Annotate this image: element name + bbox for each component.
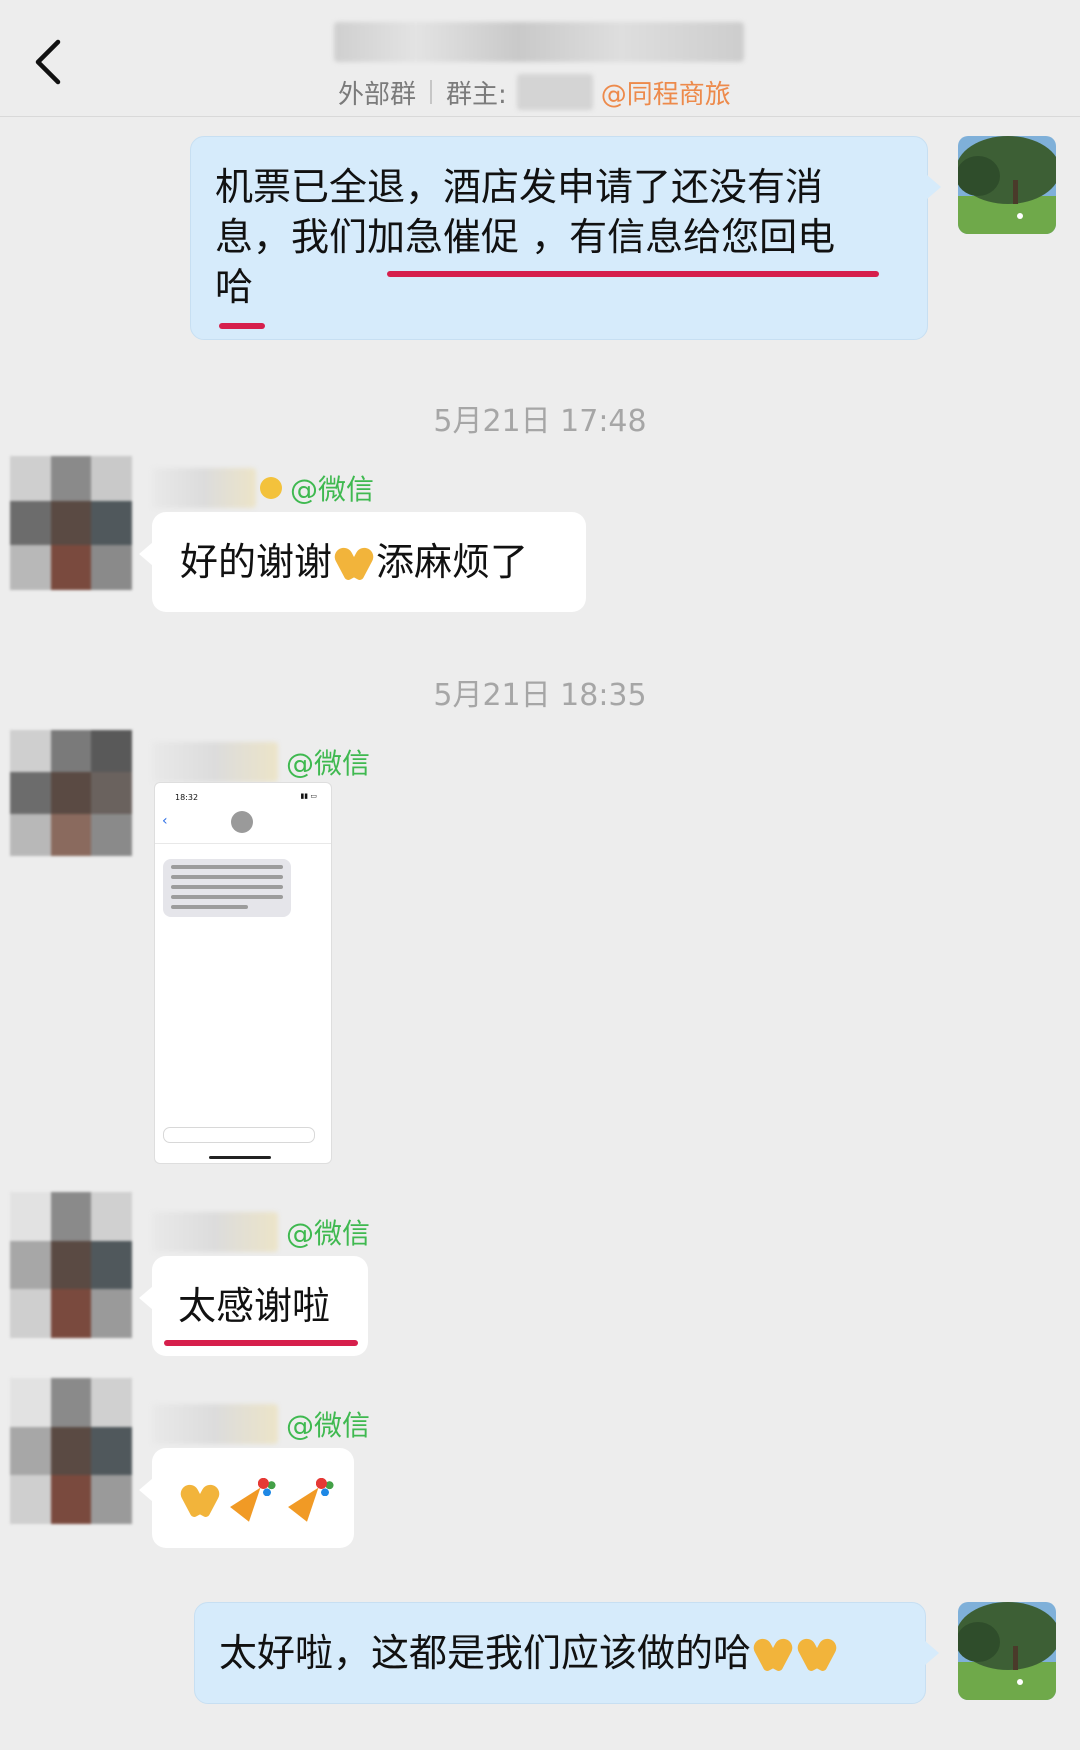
divider bbox=[430, 80, 433, 104]
wechat-tag: @微信 bbox=[286, 1409, 371, 1442]
message-text-line: 息，我们加急催促 ，有信息给您回电 bbox=[215, 215, 836, 259]
emoji-row bbox=[178, 1474, 338, 1521]
contact-message-bubble[interactable]: 好的谢谢 添麻烦了 bbox=[139, 512, 586, 612]
sender-name: @微信 bbox=[152, 466, 374, 510]
group-subtitle: 外部群 群主: @同程商旅 bbox=[338, 72, 731, 112]
folded-hands-icon bbox=[751, 1632, 795, 1672]
message-text-line: 哈 bbox=[215, 265, 254, 309]
sender-name-blurred bbox=[152, 1212, 278, 1252]
message-text-part: 太好啦，这都是我们应该做的哈 bbox=[219, 1631, 752, 1675]
wechat-tag: @微信 bbox=[290, 473, 375, 506]
highlight-underline bbox=[387, 271, 879, 277]
smiley-icon bbox=[260, 477, 282, 499]
contact-avatar[interactable] bbox=[10, 730, 132, 856]
folded-hands-icon bbox=[795, 1632, 839, 1672]
contact-avatar[interactable] bbox=[10, 1192, 132, 1338]
contact-message-bubble[interactable]: 太感谢啦 bbox=[139, 1256, 368, 1356]
owner-name-blurred bbox=[516, 74, 593, 110]
sender-name-blurred bbox=[152, 468, 256, 508]
owner-label: 群主: bbox=[446, 79, 507, 110]
my-avatar[interactable] bbox=[958, 1602, 1056, 1700]
party-popper-icon bbox=[234, 1474, 280, 1520]
owner-company-tag: @同程商旅 bbox=[600, 79, 731, 110]
highlight-underline bbox=[164, 1340, 358, 1346]
group-title-blurred[interactable] bbox=[334, 22, 744, 62]
highlight-underline bbox=[219, 323, 265, 329]
wechat-tag: @微信 bbox=[286, 1217, 371, 1250]
back-arrow-icon[interactable] bbox=[30, 36, 70, 88]
message-text-line: 机票已全退，酒店发申请了还没有消 bbox=[215, 165, 824, 209]
folded-hands-icon bbox=[332, 541, 376, 581]
phone-input-bar bbox=[163, 1127, 315, 1143]
contact-avatar[interactable] bbox=[10, 1378, 132, 1524]
phone-home-indicator bbox=[209, 1156, 271, 1159]
sms-bubble-blurred bbox=[163, 859, 291, 917]
wechat-tag: @微信 bbox=[286, 747, 371, 780]
chat-header: 外部群 群主: @同程商旅 bbox=[0, 0, 1080, 117]
message-text: 好的谢谢 添麻烦了 bbox=[180, 538, 528, 586]
party-popper-icon bbox=[292, 1474, 338, 1520]
phone-back-icon: ‹ bbox=[162, 813, 168, 829]
message-text-part: 添麻烦了 bbox=[376, 540, 529, 584]
my-avatar[interactable] bbox=[958, 136, 1056, 234]
chat-screen: 外部群 群主: @同程商旅 机票已全退，酒店发申请了还没有消 息，我们加急催促 … bbox=[0, 0, 1080, 1750]
screenshot-image-message[interactable]: 18:32 ▮▮ ▭ ‹ bbox=[154, 782, 332, 1164]
phone-status-time: 18:32 bbox=[175, 793, 199, 802]
sender-name: @微信 bbox=[152, 1402, 370, 1446]
phone-contact-icon bbox=[231, 811, 253, 833]
timestamp: 5月21日 18:35 bbox=[433, 678, 647, 713]
phone-header-divider bbox=[155, 843, 331, 844]
timestamp: 5月21日 17:48 bbox=[433, 404, 647, 439]
sender-name: @微信 bbox=[152, 740, 370, 784]
sender-name: @微信 bbox=[152, 1210, 370, 1254]
message-text: 太好啦，这都是我们应该做的哈 bbox=[219, 1629, 839, 1677]
my-message-bubble[interactable]: 机票已全退，酒店发申请了还没有消 息，我们加急催促 ，有信息给您回电 哈 bbox=[190, 136, 941, 340]
contact-avatar[interactable] bbox=[10, 456, 132, 590]
message-text: 太感谢啦 bbox=[178, 1284, 331, 1328]
message-text-part: 好的谢谢 bbox=[180, 540, 333, 584]
sender-name-blurred bbox=[152, 742, 278, 782]
contact-message-bubble[interactable] bbox=[139, 1448, 354, 1548]
sender-name-blurred bbox=[152, 1404, 278, 1444]
group-type-label: 外部群 bbox=[338, 79, 417, 110]
folded-hands-icon bbox=[178, 1478, 222, 1518]
my-message-bubble[interactable]: 太好啦，这都是我们应该做的哈 bbox=[194, 1602, 939, 1704]
phone-status-icons: ▮▮ ▭ bbox=[300, 792, 317, 800]
